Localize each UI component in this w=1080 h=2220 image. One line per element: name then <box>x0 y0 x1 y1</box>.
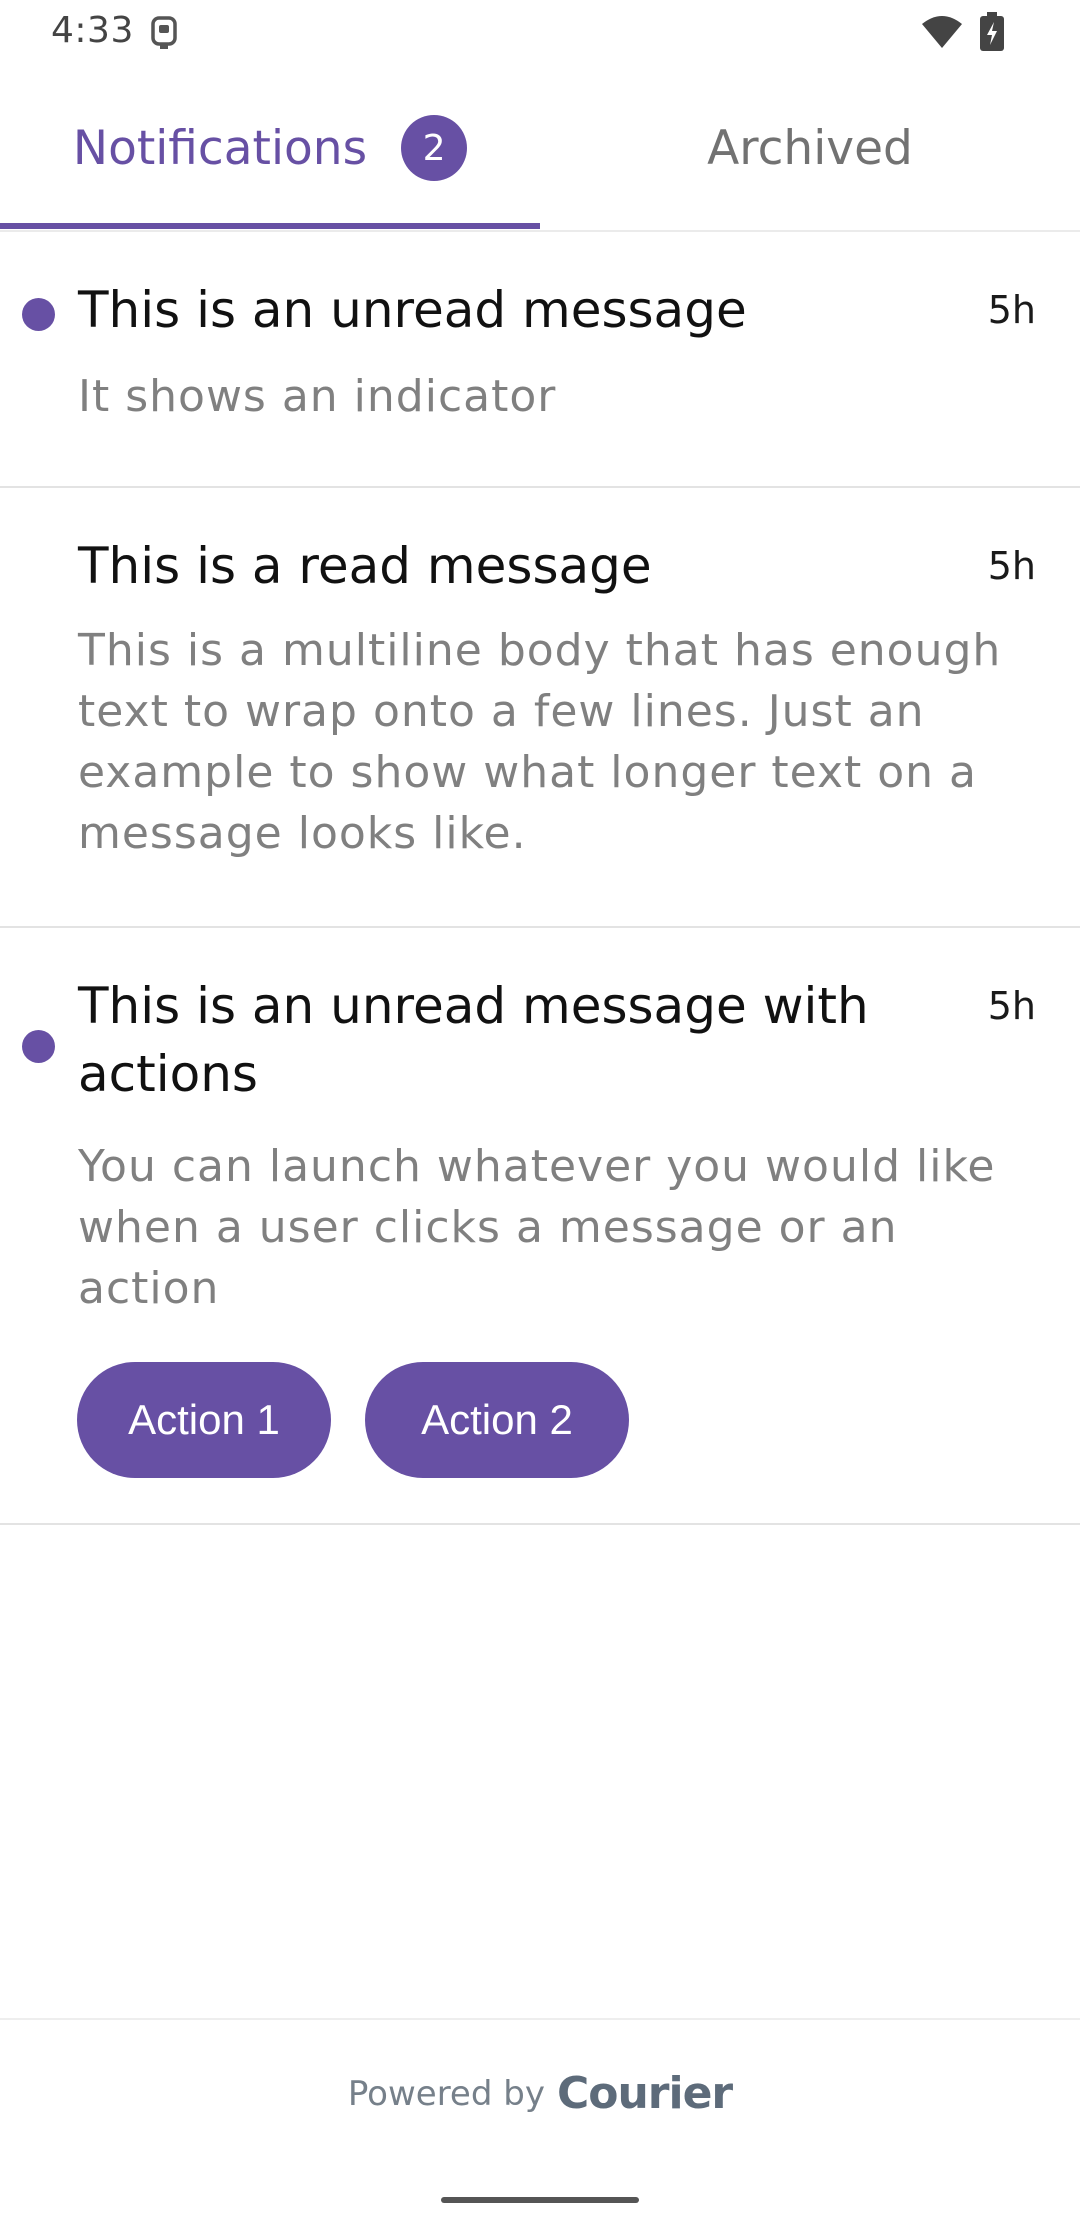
message-title: This is an unread message <box>78 281 747 339</box>
status-bar: 4:33 <box>0 0 1080 66</box>
message-time: 5h <box>987 544 1036 588</box>
tab-selected-indicator <box>0 223 540 229</box>
wifi-icon <box>922 16 962 48</box>
message-title: This is an unread message with actions <box>78 977 869 1103</box>
action-1-button[interactable]: Action 1 <box>77 1362 331 1478</box>
unread-indicator-icon <box>22 1030 55 1063</box>
unread-count-badge: 2 <box>401 115 468 181</box>
message-time: 5h <box>987 288 1036 332</box>
footer: Powered by Courier <box>0 2018 1080 2220</box>
message-title: This is a read message <box>78 537 652 595</box>
tab-archived-label: Archived <box>707 120 913 176</box>
message-time: 5h <box>987 984 1036 1028</box>
tab-archived[interactable]: Archived <box>540 66 1080 230</box>
message-body: You can launch whatever you would like w… <box>78 1141 996 1314</box>
action-2-button[interactable]: Action 2 <box>365 1362 629 1478</box>
tab-bar: Notifications 2 Archived <box>0 66 1080 232</box>
unread-indicator-icon <box>22 298 55 331</box>
courier-logo: Courier <box>556 2068 733 2119</box>
home-indicator[interactable] <box>441 2197 639 2203</box>
message-body: This is a multiline body that has enough… <box>78 625 1002 859</box>
powered-by[interactable]: Powered by Courier <box>0 2068 1080 2119</box>
message-item[interactable]: This is an unread message 5h It shows an… <box>0 232 1080 488</box>
message-item[interactable]: This is an unread message with actions 5… <box>0 928 1080 1525</box>
message-item[interactable]: This is a read message 5h This is a mult… <box>0 488 1080 928</box>
tab-notifications-label: Notifications <box>72 120 368 176</box>
tab-notifications[interactable]: Notifications 2 <box>0 66 540 230</box>
powered-by-label: Powered by <box>347 2073 545 2114</box>
app-icon <box>151 16 177 49</box>
message-body: It shows an indicator <box>78 371 557 422</box>
message-actions: Action 1 Action 2 <box>77 1362 629 1478</box>
battery-charging-icon <box>980 12 1004 51</box>
status-time: 4:33 <box>51 10 134 51</box>
